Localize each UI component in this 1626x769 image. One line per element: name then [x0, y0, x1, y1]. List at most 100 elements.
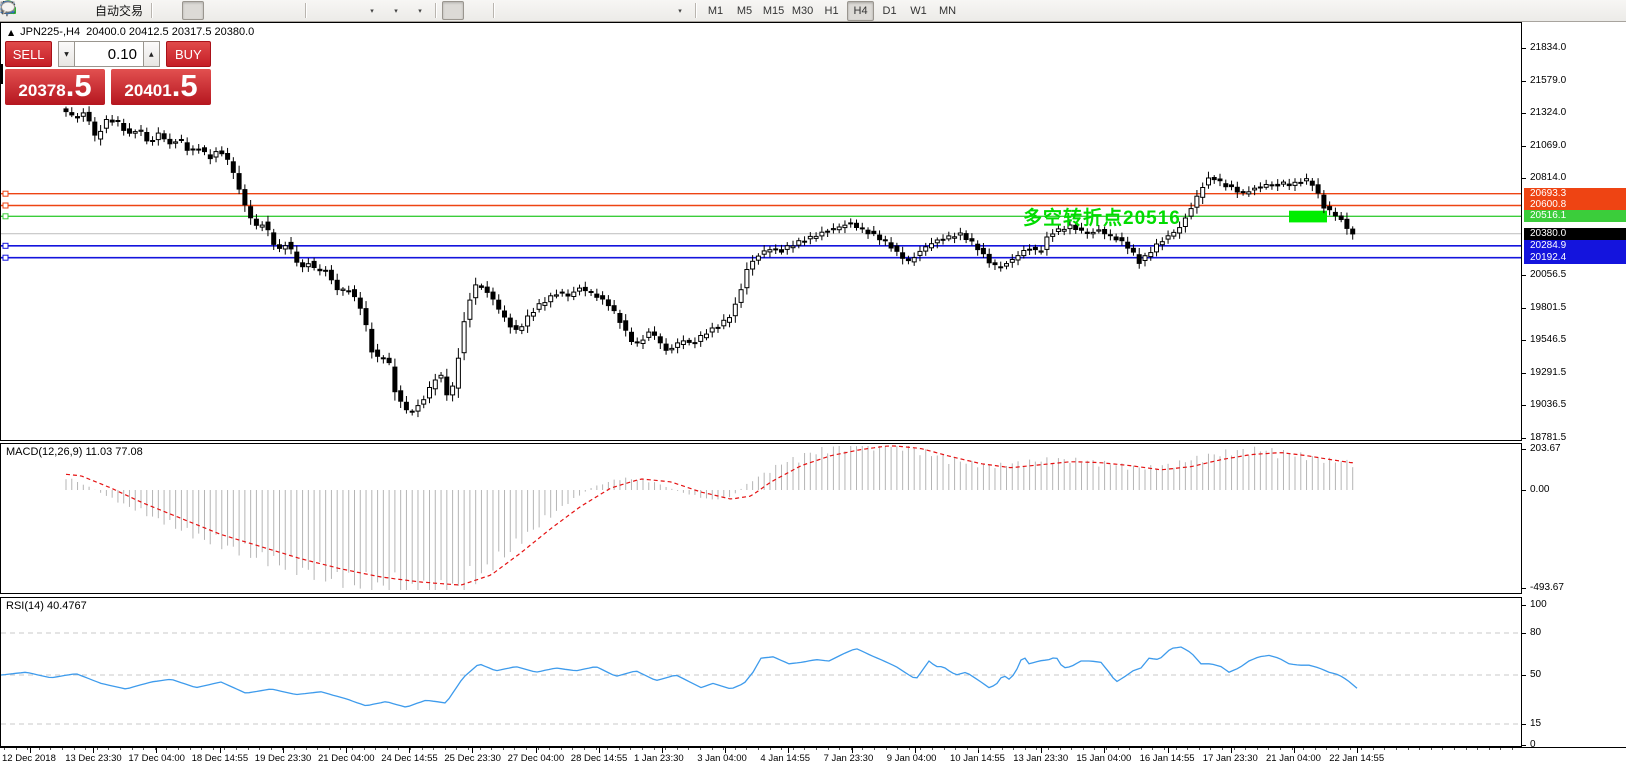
highlight-rectangle[interactable] — [1289, 210, 1327, 223]
order-book-button[interactable] — [1, 1, 39, 20]
candle-down — [1130, 247, 1136, 253]
date-minor-tick — [886, 748, 887, 750]
auto-trading-button[interactable]: 自动交易 — [0, 1, 146, 20]
candle-down — [1136, 254, 1142, 264]
candle-up — [1044, 236, 1050, 250]
bar-chart-button[interactable] — [1, 1, 180, 20]
template-button[interactable]: ▾ — [0, 1, 430, 20]
line-chart-button[interactable] — [0, 1, 228, 20]
price-axis[interactable]: 21834.0 21579.0 21324.0 21069.0 20814.0 20056… — [1522, 22, 1626, 750]
price-tick-19036.5: 19036.5 — [1530, 399, 1567, 411]
date-minor-tick — [27, 748, 28, 750]
date-minor-tick — [1071, 748, 1072, 750]
level-handle-20693.3[interactable] — [2, 190, 9, 197]
add-indicator-caret[interactable]: ▾ — [370, 7, 374, 15]
volume-increase-button[interactable]: ▲ — [142, 41, 160, 67]
horizontal-line-button[interactable] — [1, 1, 546, 20]
symbol-collapse-arrow[interactable]: ▲ — [8, 28, 14, 37]
date-minor-tick — [538, 748, 539, 750]
level-handle-20192.4[interactable] — [2, 254, 9, 261]
periods-button[interactable]: ▾ — [0, 0, 406, 20]
crosshair-button[interactable] — [1, 1, 488, 20]
level-handle-20516.1[interactable] — [2, 213, 9, 220]
volume-input[interactable] — [74, 41, 143, 67]
candle-up — [213, 151, 219, 158]
shapes-caret[interactable]: ▾ — [678, 7, 682, 15]
candle-down — [196, 148, 202, 151]
level-handle-20284.9[interactable] — [2, 242, 9, 249]
date-label: 13 Jan 23:30 — [1013, 753, 1069, 764]
timeframe-h1[interactable]: H1 — [818, 1, 845, 21]
date-minor-tick — [1164, 748, 1165, 750]
timeframe-h4[interactable]: H4 — [847, 0, 875, 21]
vertical-line-button[interactable] — [5, 1, 522, 20]
candlestick-chart[interactable] — [1, 23, 1523, 440]
timeframe-mn[interactable]: MN — [934, 1, 961, 21]
timeframe-w1[interactable]: W1 — [905, 1, 932, 21]
chat-button[interactable] — [1, 1, 1597, 20]
date-axis[interactable]: 12 Dec 2018 13 Dec 23:30 17 Dec 04:00 18 De… — [0, 747, 1626, 769]
date-minor-tick — [1268, 748, 1269, 750]
search-button[interactable] — [1, 0, 1573, 20]
timeframe-d1[interactable]: D1 — [876, 1, 903, 21]
periods-caret[interactable]: ▾ — [394, 7, 398, 15]
zoom-out-button[interactable] — [1, 0, 276, 20]
candle-down — [1338, 215, 1344, 220]
candle-down — [167, 138, 173, 145]
candle-up — [1142, 255, 1148, 261]
timeframe-m30[interactable]: M30 — [789, 1, 816, 21]
sell-button[interactable]: SELL — [5, 41, 53, 67]
date-label: 16 Jan 14:55 — [1139, 753, 1195, 764]
timeframe-m1[interactable]: M1 — [702, 1, 729, 21]
auto-scroll-button[interactable] — [1, 1, 334, 20]
macd-chart[interactable] — [1, 444, 1521, 593]
signal-button[interactable] — [1, 0, 87, 20]
text-label-button[interactable]: T — [0, 1, 666, 20]
buy-price-display[interactable]: 20401 .5 — [111, 69, 211, 105]
candle-chart-button[interactable] — [1, 1, 205, 20]
candle-down — [265, 221, 271, 231]
candle-down — [900, 252, 906, 259]
candle-up — [1027, 248, 1033, 251]
date-minor-tick — [62, 748, 63, 750]
date-minor-tick — [1326, 748, 1327, 750]
channel-button[interactable]: E — [0, 1, 594, 20]
template-caret[interactable]: ▾ — [418, 7, 422, 15]
candle-up — [1252, 187, 1258, 191]
shapes-button[interactable]: ▾ — [2, 1, 690, 20]
cursor-button[interactable] — [3, 1, 465, 20]
candle-down — [1275, 183, 1281, 187]
date-minor-tick — [50, 748, 51, 750]
timeframe-m5[interactable]: M5 — [731, 1, 758, 21]
add-indicator-button[interactable]: ▾ — [0, 1, 382, 20]
level-handle-20600.8[interactable] — [2, 202, 9, 209]
sell-price-display[interactable]: 20378 .5 — [5, 69, 105, 105]
market-watch-button[interactable] — [0, 1, 63, 20]
text-button[interactable]: A — [2, 1, 642, 20]
date-minor-tick — [688, 748, 689, 750]
candle-down — [109, 119, 115, 123]
rsi-chart[interactable] — [1, 598, 1521, 746]
tile-windows-button[interactable] — [0, 1, 300, 20]
date-tick — [346, 748, 347, 753]
date-minor-tick — [1419, 748, 1420, 750]
zoom-in-button[interactable] — [1, 0, 252, 20]
candle-up — [305, 263, 311, 268]
buy-button[interactable]: BUY — [165, 41, 211, 67]
volume-decrease-button[interactable]: ▼ — [58, 41, 75, 67]
candle-up — [173, 141, 179, 144]
chart-annotation-text[interactable]: 多空转折点20516 — [1023, 203, 1181, 230]
timeframe-m15[interactable]: M15 — [760, 1, 787, 21]
candle-down — [1315, 184, 1321, 194]
fibonacci-button[interactable]: F — [1, 1, 618, 20]
candle-down — [940, 238, 946, 241]
trendline-button[interactable] — [1, 1, 570, 20]
date-minor-tick — [514, 748, 515, 750]
date-minor-tick — [387, 748, 388, 750]
macd-zero-tick — [1522, 490, 1526, 491]
one-click-trade-panel: SELL ▼ ▲ BUY 20378 .5 20401 .5 — [5, 41, 211, 105]
date-minor-tick — [1060, 748, 1061, 750]
chart-shift-button[interactable] — [3, 1, 358, 20]
price-tick-20814: 20814.0 — [1530, 172, 1567, 184]
date-label: 4 Jan 14:55 — [760, 753, 811, 764]
